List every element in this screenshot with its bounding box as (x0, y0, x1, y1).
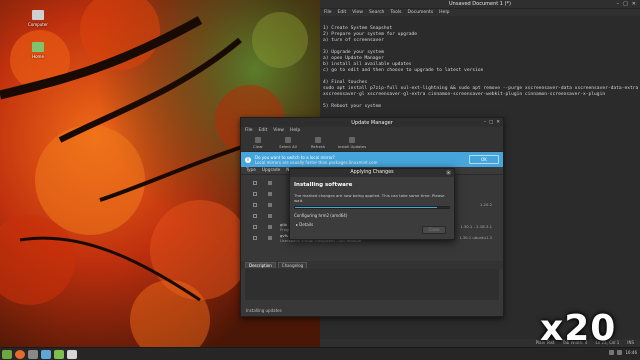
text-editor-icon[interactable] (67, 349, 77, 359)
menu-tools[interactable]: Tools (390, 10, 401, 15)
details-pane (245, 269, 499, 300)
package-icon (268, 213, 272, 218)
home-folder-icon (32, 42, 44, 52)
volume-icon[interactable] (617, 350, 623, 355)
minimize-icon[interactable]: – (484, 120, 486, 125)
banner-ok-button[interactable]: OK (469, 155, 499, 164)
column-type[interactable]: Type (246, 168, 256, 173)
package-icon (268, 202, 272, 207)
firefox-icon[interactable] (15, 349, 25, 359)
desktop-icon-label: Computer (28, 22, 48, 27)
refresh-button[interactable]: Refresh (307, 137, 329, 149)
dialog-titlebar[interactable]: Applying Changes ✕ (290, 169, 454, 177)
editor-text-area[interactable]: 1) Create System Snapshot 2) Prepare your… (320, 16, 640, 126)
package-version: 1.30.1 ubuntu1.3 (459, 235, 492, 240)
dialog-title: Applying Changes (350, 170, 394, 175)
select-all-button[interactable]: Select All (277, 137, 299, 149)
update-manager-titlebar[interactable]: Update Manager – □ ✕ (241, 118, 503, 127)
menu-file[interactable]: File (245, 128, 253, 134)
system-tray: 16:46 (609, 350, 637, 355)
editor-title: Unsaved Document 1 (*) (449, 1, 511, 7)
applying-changes-dialog: Applying Changes ✕ Installing software T… (289, 168, 455, 240)
info-icon: i (245, 156, 251, 163)
close-icon[interactable]: ✕ (496, 120, 500, 125)
install-updates-button[interactable]: Install Updates (337, 137, 367, 149)
insert-mode: INS (627, 340, 634, 345)
checkbox[interactable] (253, 202, 257, 207)
desktop-icon-label: Home (32, 54, 44, 59)
menu-help[interactable]: Help (439, 10, 449, 15)
terminal-icon[interactable] (28, 349, 38, 359)
menu-help[interactable]: Help (290, 128, 300, 134)
tab-description[interactable]: Description (245, 262, 276, 268)
desktop-icon-home[interactable]: Home (27, 42, 49, 59)
menu-icon[interactable] (2, 349, 12, 359)
update-manager-menubar: File Edit View Help (241, 127, 503, 135)
checkbox[interactable] (253, 191, 257, 196)
details-tabs: Description Changelog (241, 261, 503, 269)
clock[interactable]: 16:46 (625, 350, 637, 355)
files-icon[interactable] (41, 349, 51, 359)
refresh-icon (315, 137, 321, 143)
taskbar: 16:46 (0, 347, 640, 360)
column-upgrade[interactable]: Upgrade (262, 168, 280, 173)
package-icon (268, 180, 272, 185)
update-manager-toolbar: Clear Select All Refresh Install Updates (241, 135, 503, 152)
maximize-icon[interactable]: □ (623, 1, 628, 7)
menu-file[interactable]: File (324, 10, 332, 15)
mirror-banner: i Do you want to switch to a local mirro… (241, 152, 503, 167)
progress-fill (295, 207, 437, 208)
install-icon (349, 137, 355, 143)
editor-menubar: File Edit View Search Tools Documents He… (320, 8, 640, 16)
update-manager-status: Installing updates (246, 308, 282, 313)
checkbox[interactable] (253, 235, 257, 240)
dialog-heading: Installing software (294, 182, 353, 188)
package-icon (268, 191, 272, 196)
desktop-icon-computer[interactable]: Computer (27, 10, 49, 27)
banner-detail: Local mirrors are usually faster than pa… (255, 159, 378, 165)
menu-view[interactable]: View (273, 128, 284, 134)
maximize-icon[interactable]: □ (489, 120, 493, 125)
close-icon[interactable]: ✕ (446, 170, 451, 175)
menu-edit[interactable]: Edit (338, 10, 347, 15)
menu-edit[interactable]: Edit (259, 128, 268, 134)
speed-overlay: x20 (540, 308, 617, 349)
select-all-icon (285, 137, 291, 143)
clear-button[interactable]: Clear (247, 137, 269, 149)
update-manager-icon[interactable] (54, 349, 64, 359)
editor-line: xscreensaver-gl xscreensaver-gl-extra ci… (323, 92, 606, 97)
checkbox[interactable] (253, 213, 257, 218)
computer-icon (32, 10, 44, 20)
clear-icon (255, 137, 261, 143)
update-manager-title: Update Manager (351, 120, 393, 126)
editor-titlebar[interactable]: Unsaved Document 1 (*) – □ ✕ (320, 0, 640, 8)
package-version: 1.30.1 - 2.18-3.1 (460, 224, 492, 229)
progress-status: Configuring hrm2 (amd64) (294, 213, 348, 218)
editor-line: 5) Reboot your system (323, 104, 382, 109)
menu-search[interactable]: Search (369, 10, 384, 15)
checkbox[interactable] (253, 224, 257, 229)
dialog-description: The marked changes are now being applied… (294, 193, 445, 203)
close-button[interactable]: Close (422, 226, 446, 234)
checkbox[interactable] (253, 180, 257, 185)
close-icon[interactable]: ✕ (632, 1, 636, 7)
network-icon[interactable] (609, 350, 615, 355)
menu-view[interactable]: View (352, 10, 363, 15)
tab-changelog[interactable]: Changelog (277, 262, 308, 268)
minimize-icon[interactable]: – (617, 1, 620, 7)
menu-documents[interactable]: Documents (408, 10, 434, 15)
